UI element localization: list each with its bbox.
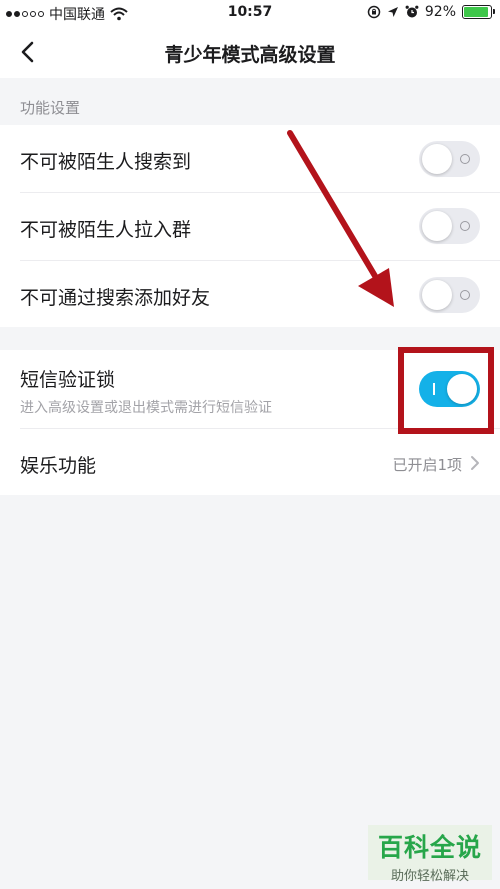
watermark-subtitle: 助你轻松解决 — [390, 869, 469, 884]
annotation-arrow — [287, 130, 394, 307]
watermark-logo: 百科全说 助你轻松解决 — [368, 825, 492, 884]
watermark-title: 百科全说 — [377, 833, 482, 862]
annotation-highlight-box — [398, 347, 494, 434]
